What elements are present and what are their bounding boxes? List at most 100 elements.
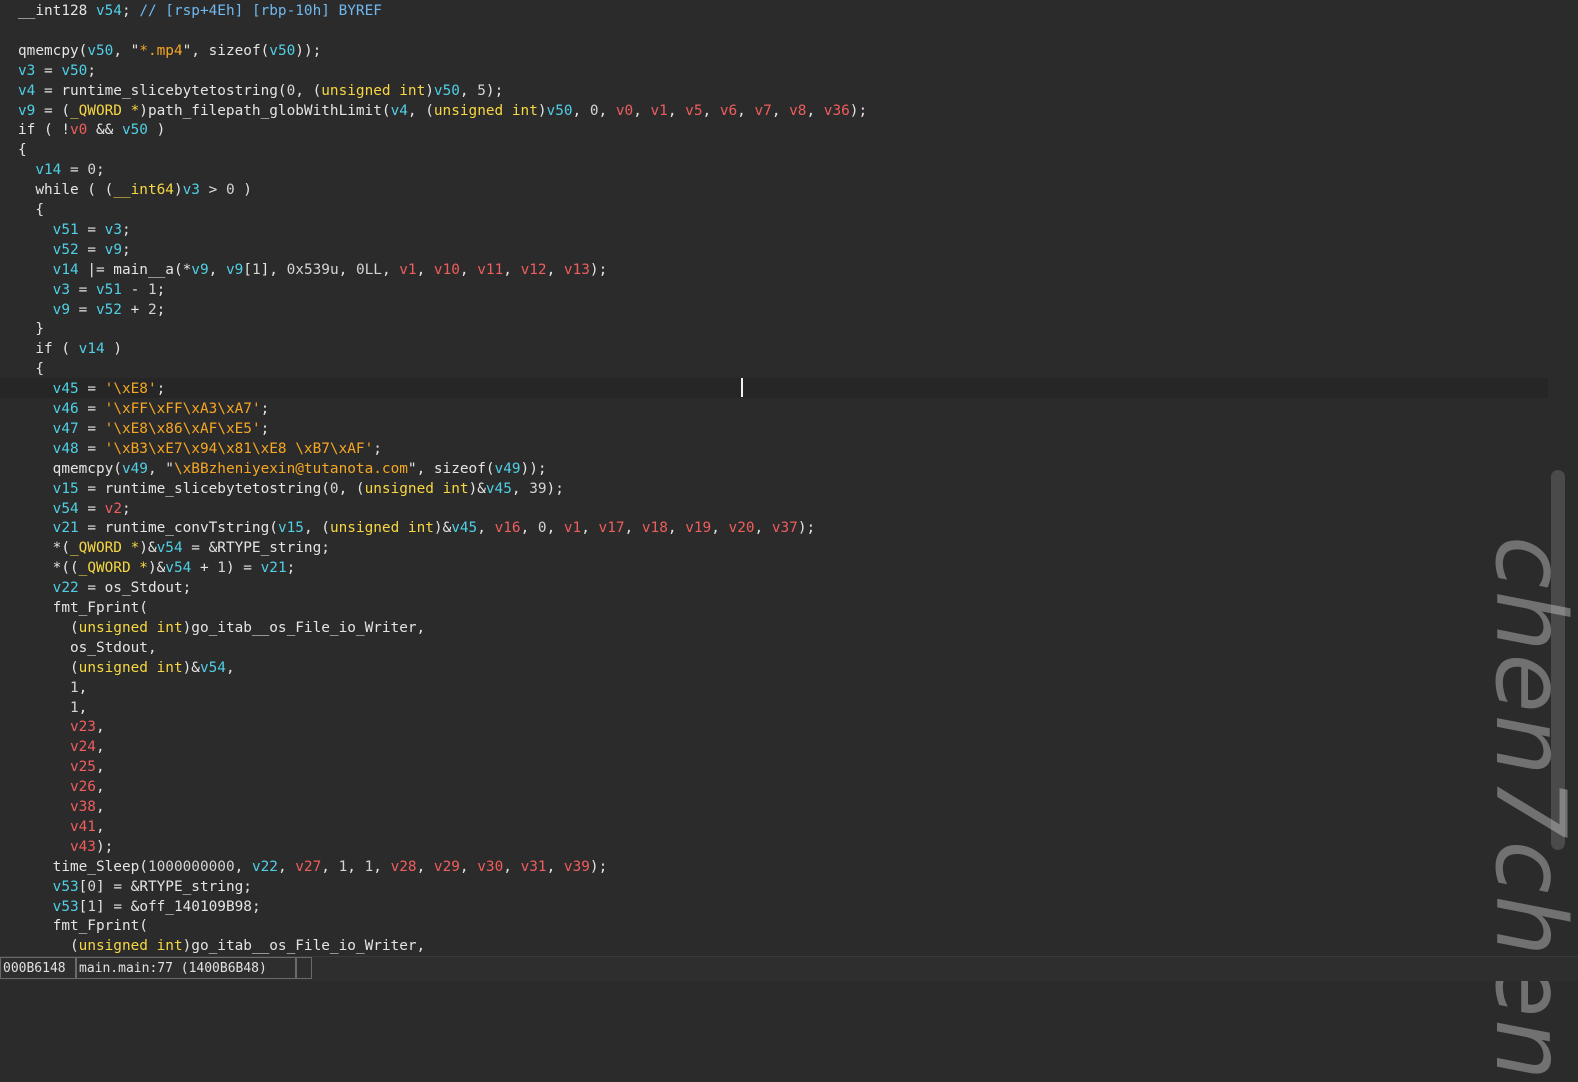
code-line[interactable]: v14 |= main__a(*v9, v9[1], 0x539u, 0LL, …: [18, 260, 608, 280]
code-line[interactable]: v41,: [18, 817, 105, 837]
code-token: , (: [338, 480, 365, 497]
code-line[interactable]: v45 = '\xE8';: [18, 379, 166, 399]
code-line[interactable]: (unsigned int)go_itab__os_File_io_Writer…: [18, 936, 425, 956]
code-token: v41: [69, 818, 96, 835]
code-token: 1: [251, 261, 261, 278]
code-line[interactable]: qmemcpy(v50, "*.mp4", sizeof(v50));: [18, 41, 321, 61]
code-token: )&: [182, 659, 200, 676]
code-token: ,: [381, 261, 400, 278]
code-token: = &RTYPE_string;: [182, 540, 330, 557]
code-line[interactable]: v21 = runtime_convTstring(v15, (unsigned…: [18, 518, 816, 538]
code-token: v47: [52, 420, 79, 437]
code-token: v51: [52, 221, 79, 238]
code-line[interactable]: v52 = v9;: [18, 240, 131, 260]
code-line[interactable]: __int128 v54; // [rsp+4Eh] [rbp-10h] BYR…: [18, 1, 382, 21]
code-line[interactable]: fmt_Fprint(: [18, 916, 148, 936]
code-token: v15: [277, 520, 304, 537]
code-line[interactable]: if ( !v0 && v50 ): [18, 120, 165, 140]
code-token: \xBBzheniyexin@tutanota.com: [173, 460, 408, 477]
code-token: v9: [52, 301, 70, 318]
code-token: v1: [650, 102, 668, 119]
code-token: = runtime_slicebytetostring(: [78, 480, 330, 497]
code-token: ,: [234, 858, 252, 875]
code-token: v8: [789, 102, 807, 119]
code-token: ,: [503, 858, 521, 875]
code-token: v48: [52, 440, 79, 457]
code-line[interactable]: *((_QWORD *)&v54 + 1) = v21;: [18, 558, 296, 578]
code-line[interactable]: v54 = v2;: [18, 499, 131, 519]
code-line[interactable]: v24,: [18, 737, 105, 757]
code-line[interactable]: *(_QWORD *)&v54 = &RTYPE_string;: [18, 538, 330, 558]
code-token: v21: [52, 520, 79, 537]
code-line[interactable]: v9 = v52 + 2;: [18, 300, 166, 320]
code-token: v50: [61, 62, 88, 79]
code-token: , (: [295, 82, 322, 99]
code-token: ): [537, 102, 547, 119]
code-line[interactable]: v3 = v51 - 1;: [18, 280, 166, 300]
code-token: v28: [390, 858, 417, 875]
code-token: unsigned int: [329, 520, 434, 537]
code-token: =: [78, 221, 105, 238]
code-line[interactable]: v23,: [18, 717, 105, 737]
code-line[interactable]: v14 = 0;: [18, 160, 104, 180]
code-line[interactable]: v53[0] = &RTYPE_string;: [18, 877, 252, 897]
code-line[interactable]: v22 = os_Stdout;: [18, 578, 192, 598]
code-token: )go_itab__os_File_io_Writer,: [182, 619, 426, 636]
code-token: = runtime_convTstring(: [78, 520, 278, 537]
code-line[interactable]: v43);: [18, 837, 113, 857]
code-line[interactable]: v3 = v50;: [18, 61, 96, 81]
code-line[interactable]: v48 = '\xB3\xE7\x94\x81\xE8 \xB7\xAF';: [18, 439, 382, 459]
code-token: 0: [87, 162, 96, 179]
code-token: ,: [459, 82, 478, 99]
code-line[interactable]: v53[1] = &off_140109B98;: [18, 897, 261, 917]
code-line[interactable]: os_Stdout,: [18, 638, 157, 658]
code-token: );: [485, 82, 504, 99]
code-line[interactable]: v25,: [18, 757, 105, 777]
code-line[interactable]: v15 = runtime_slicebytetostring(0, (unsi…: [18, 479, 564, 499]
vertical-scrollbar-thumb[interactable]: [1551, 470, 1565, 850]
code-line[interactable]: {: [18, 200, 44, 220]
code-line[interactable]: (unsigned int)&v54,: [18, 658, 235, 678]
status-bar: 000B6148 main.main:77 (1400B6B48): [0, 956, 1578, 981]
code-token: 1: [338, 858, 348, 875]
code-line[interactable]: v46 = '\xFF\xFF\xA3\xA7';: [18, 399, 270, 419]
code-token: ,: [754, 520, 772, 537]
code-token: v54: [156, 540, 183, 557]
code-line[interactable]: time_Sleep(1000000000, v22, v27, 1, 1, v…: [18, 857, 608, 877]
code-line[interactable]: while ( (__int64)v3 > 0 ): [18, 180, 252, 200]
code-line[interactable]: fmt_Fprint(: [18, 598, 148, 618]
code-token: v14: [35, 162, 62, 179]
code-token: ,: [95, 818, 105, 835]
code-line[interactable]: (unsigned int)go_itab__os_File_io_Writer…: [18, 618, 425, 638]
code-line[interactable]: qmemcpy(v49, "\xBBzheniyexin@tutanota.co…: [18, 459, 547, 479]
code-line[interactable]: {: [18, 140, 27, 160]
code-token: v5: [685, 102, 703, 119]
code-line[interactable]: v51 = v3;: [18, 220, 131, 240]
code-token: v19: [685, 520, 712, 537]
code-line[interactable]: 1,: [18, 698, 87, 718]
code-token: *.mp4: [139, 42, 183, 59]
code-line[interactable]: v9 = (_QWORD *)path_filepath_globWithLim…: [18, 101, 867, 121]
code-token: ;: [121, 3, 140, 19]
code-token: ,: [771, 102, 790, 119]
code-token: v9: [18, 102, 36, 119]
code-line[interactable]: }: [18, 319, 44, 339]
code-line[interactable]: 1,: [18, 678, 87, 698]
code-line[interactable]: v4 = runtime_slicebytetostring(0, (unsig…: [18, 81, 503, 101]
pseudocode-view[interactable]: __int128 v54; // [rsp+4Eh] [rbp-10h] BYR…: [0, 0, 1548, 956]
code-token: v1: [399, 261, 417, 278]
code-token: {: [18, 361, 44, 378]
code-line[interactable]: v38,: [18, 797, 105, 817]
code-line[interactable]: if ( v14 ): [18, 339, 122, 359]
code-line[interactable]: v26,: [18, 777, 105, 797]
code-token: ): [173, 182, 183, 199]
code-line[interactable]: v47 = '\xE8\x86\xAF\xE5';: [18, 419, 270, 439]
code-token: =: [78, 440, 105, 457]
code-token: ;: [121, 500, 131, 517]
code-line[interactable]: {: [18, 359, 44, 379]
code-token: ;: [121, 241, 131, 258]
